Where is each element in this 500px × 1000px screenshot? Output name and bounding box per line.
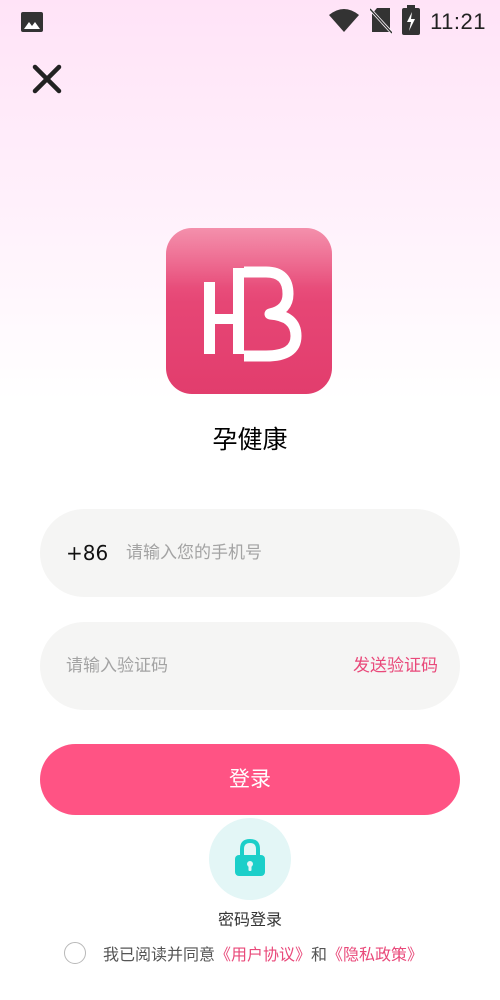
no-sim-icon — [368, 6, 394, 38]
phone-field: +86 — [40, 509, 460, 597]
password-login-label: 密码登录 — [217, 910, 282, 929]
app-name: 孕健康 — [212, 425, 288, 454]
image-icon — [20, 10, 44, 34]
close-button[interactable] — [30, 62, 64, 96]
app-logo — [166, 228, 332, 394]
user-agreement-link[interactable]: 《用户协议》 — [215, 941, 311, 965]
country-code-selector[interactable]: +86 — [66, 509, 108, 597]
battery-charging-icon — [402, 5, 421, 39]
status-time: 11:21 — [430, 9, 486, 34]
agreement-prefix: 我已阅读并同意 — [103, 945, 216, 964]
send-code-button[interactable]: 发送验证码 — [353, 622, 438, 710]
agreement-conjunction: 和 — [311, 945, 328, 964]
status-bar: 11:21 — [0, 0, 500, 44]
lock-icon — [235, 838, 265, 876]
agreement-checkbox[interactable] — [64, 942, 86, 964]
login-button[interactable]: 登录 — [40, 744, 460, 815]
password-login-button[interactable]: 密码登录 — [190, 818, 310, 930]
verification-code-input[interactable] — [66, 622, 306, 710]
hb-logo-icon — [204, 266, 302, 362]
close-icon — [32, 64, 62, 94]
status-icons: 11:21 — [328, 5, 486, 39]
wifi-icon — [328, 7, 360, 37]
verification-code-field: 发送验证码 — [40, 622, 460, 710]
agreement-row: 我已阅读并同意 《用户协议》 和 《隐私政策》 — [64, 938, 423, 968]
phone-input[interactable] — [126, 509, 426, 597]
password-login-circle — [209, 818, 291, 900]
privacy-policy-link[interactable]: 《隐私政策》 — [327, 941, 423, 965]
